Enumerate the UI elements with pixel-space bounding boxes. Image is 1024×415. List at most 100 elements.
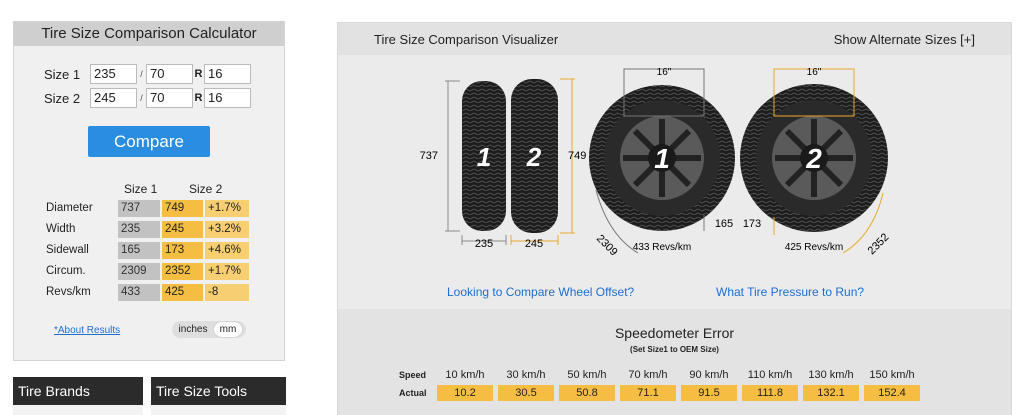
revs2-label: 425 Revs/km: [785, 242, 843, 253]
actual-row-label: Actual: [399, 388, 427, 398]
speed-value: 30 km/h: [506, 369, 546, 381]
speed-value: 130 km/h: [808, 369, 854, 381]
size2-aspect-input[interactable]: 70: [146, 88, 193, 108]
width1-label: 235: [475, 238, 493, 250]
actual-value: 71.1: [620, 385, 676, 401]
size1-rim-input[interactable]: 16: [204, 64, 251, 84]
sidewall1-label: 165: [715, 218, 733, 230]
actual-value: 10.2: [437, 385, 493, 401]
tire2-wheel-number: 2: [805, 143, 822, 174]
table-row: Circum. 2309 2352 +1.7%: [46, 262, 251, 280]
slash-separator: /: [140, 69, 143, 79]
show-alternate-sizes-button[interactable]: Show Alternate Sizes [+]: [834, 32, 975, 47]
rim2-label: 16": [807, 67, 822, 78]
size2-rim-input[interactable]: 16: [204, 88, 251, 108]
diff-value: -8: [205, 283, 249, 301]
tire-size-tools-box[interactable]: Tire Size Tools: [151, 377, 286, 415]
size1-row: Size 1 235 / 70 R 16: [44, 64, 251, 84]
diff-value: +1.7%: [205, 199, 249, 217]
tire-brands-box[interactable]: Tire Brands: [13, 377, 143, 415]
col-head-size1: Size 1: [124, 182, 158, 196]
tire2-wheel-view: 2: [740, 84, 888, 232]
row-name: Revs/km: [46, 286, 91, 298]
table-row: Sidewall 165 173 +4.6%: [46, 241, 251, 259]
sidewall2-label: 173: [743, 218, 761, 230]
size1-aspect-input[interactable]: 70: [146, 64, 193, 84]
diff-value: +1.7%: [205, 262, 249, 280]
size1-value: 235: [118, 220, 160, 238]
rim1-label: 16": [657, 67, 672, 78]
tire1-tread-view: 1: [462, 81, 506, 231]
actual-row: Actual 10.2 30.5 50.8 71.1 91.5 111.8 13…: [399, 385, 925, 401]
tire1-number: 1: [477, 142, 491, 172]
calculator-title: Tire Size Comparison Calculator: [14, 22, 284, 46]
circ2-label: 2352: [866, 231, 892, 257]
width2-label: 245: [525, 238, 543, 250]
size1-value: 433: [118, 283, 160, 301]
size2-value: 2352: [162, 262, 203, 280]
size2-value: 173: [162, 241, 203, 259]
height2-label: 749: [568, 150, 586, 162]
speed-value: 90 km/h: [689, 369, 729, 381]
actual-value: 152.4: [864, 385, 920, 401]
diff-value: +4.6%: [205, 241, 249, 259]
revs1-label: 433 Revs/km: [633, 242, 691, 253]
size1-value: 2309: [118, 262, 160, 280]
row-name: Sidewall: [46, 244, 89, 256]
speedometer-subtitle: (Set Size1 to OEM Size): [630, 345, 719, 354]
tire-pressure-link[interactable]: What Tire Pressure to Run?: [716, 285, 864, 299]
speed-value: 150 km/h: [869, 369, 915, 381]
speedometer-error-section: Speedometer Error (Set Size1 to OEM Size…: [338, 309, 1011, 415]
speed-row-label: Speed: [399, 370, 427, 380]
table-row: Width 235 245 +3.2%: [46, 220, 251, 238]
about-results-link[interactable]: *About Results: [54, 325, 120, 336]
tire1-wheel-number: 1: [654, 143, 670, 174]
size1-label: Size 1: [44, 66, 81, 82]
slash-separator: /: [140, 93, 143, 103]
speedometer-title: Speedometer Error: [614, 325, 735, 341]
actual-value: 132.1: [803, 385, 859, 401]
actual-value: 50.8: [559, 385, 615, 401]
size2-value: 425: [162, 283, 203, 301]
size1-value: 165: [118, 241, 160, 259]
size2-label: Size 2: [44, 90, 81, 106]
speed-value: 110 km/h: [747, 369, 793, 381]
tire-size-tools-title: Tire Size Tools: [156, 383, 248, 399]
diff-value: +3.2%: [205, 220, 249, 238]
size2-value: 245: [162, 220, 203, 238]
size1-width-input[interactable]: 235: [90, 64, 137, 84]
calculator-panel: Tire Size Comparison Calculator Size 1 2…: [13, 21, 285, 361]
visualizer-header: Tire Size Comparison Visualizer Show Alt…: [338, 23, 1011, 55]
unit-toggle[interactable]: inches mm: [172, 321, 246, 338]
visualizer-panel: Tire Size Comparison Visualizer Show Alt…: [337, 22, 1012, 415]
actual-value: 91.5: [681, 385, 737, 401]
rim-separator: R: [194, 68, 203, 80]
wheel-offset-link[interactable]: Looking to Compare Wheel Offset?: [447, 285, 634, 299]
speed-value: 50 km/h: [567, 369, 607, 381]
row-name: Circum.: [46, 265, 86, 277]
height1-label: 737: [420, 150, 438, 162]
row-name: Width: [46, 223, 76, 235]
size1-value: 737: [118, 199, 160, 217]
tire1-wheel-view: 1: [589, 85, 735, 231]
speed-value: 10 km/h: [445, 369, 485, 381]
size2-value: 749: [162, 199, 203, 217]
circ1-label: 2309: [594, 233, 620, 259]
tire-diagram: 1 2 737 749 235 245 1 16" 165 2309 433 R…: [420, 67, 892, 259]
compare-button[interactable]: Compare: [88, 126, 210, 157]
tire-brands-title: Tire Brands: [18, 383, 90, 399]
rim-separator: R: [194, 92, 203, 104]
speed-value: 70 km/h: [628, 369, 668, 381]
size2-row: Size 2 245 / 70 R 16: [44, 88, 251, 108]
row-name: Diameter: [46, 202, 93, 214]
size2-width-input[interactable]: 245: [90, 88, 137, 108]
actual-value: 111.8: [742, 385, 798, 401]
table-row: Diameter 737 749 +1.7%: [46, 199, 251, 217]
tire2-number: 2: [526, 142, 542, 172]
visualizer-title: Tire Size Comparison Visualizer: [374, 32, 559, 47]
speed-row: Speed 10 km/h 30 km/h 50 km/h 70 km/h 90…: [399, 369, 925, 381]
tire2-tread-view: 2: [511, 79, 558, 233]
unit-mm-option[interactable]: mm: [214, 322, 242, 337]
actual-value: 30.5: [498, 385, 554, 401]
unit-inches-option[interactable]: inches: [172, 324, 214, 335]
